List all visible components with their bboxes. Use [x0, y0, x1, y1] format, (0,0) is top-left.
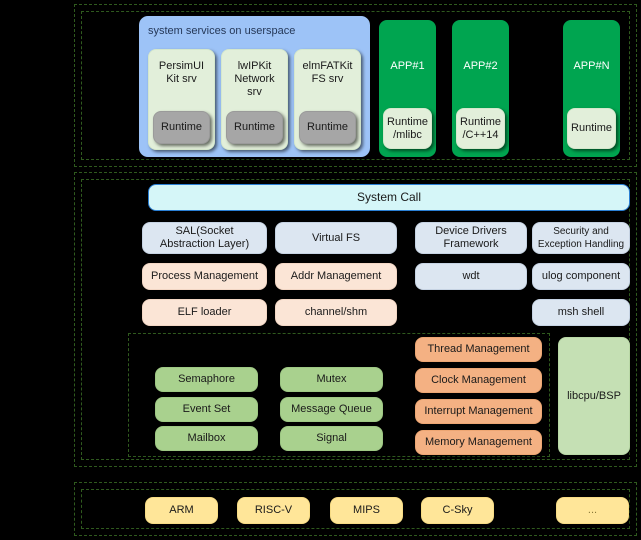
component-virtual-fs[interactable]: Virtual FS	[275, 222, 397, 254]
component-ulog[interactable]: ulog component	[532, 263, 630, 290]
mgmt-thread-management[interactable]: Thread Management	[415, 337, 542, 362]
component-msh-shell[interactable]: msh shell	[532, 299, 630, 326]
system-call-bar[interactable]: System Call	[148, 184, 630, 211]
ipc-event-set[interactable]: Event Set	[155, 397, 258, 422]
ipc-signal[interactable]: Signal	[280, 426, 383, 451]
app-runtime-n[interactable]: Runtime	[567, 108, 616, 149]
mgmt-interrupt-management[interactable]: Interrupt Management	[415, 399, 542, 424]
runtime-box-elmfatkit[interactable]: Runtime	[299, 111, 356, 144]
app-runtime-2[interactable]: Runtime /C++14	[456, 108, 505, 149]
arch-box-mips[interactable]: MIPS	[330, 497, 403, 524]
runtime-box-persimui[interactable]: Runtime	[153, 111, 210, 144]
component-device-drivers-framework[interactable]: Device Drivers Framework	[415, 222, 527, 254]
arch-box-csky[interactable]: C-Sky	[421, 497, 494, 524]
component-channel-shm[interactable]: channel/shm	[275, 299, 397, 326]
arch-box-riscv[interactable]: RISC-V	[237, 497, 310, 524]
component-sal[interactable]: SAL(Socket Abstraction Layer)	[142, 222, 267, 254]
ipc-message-queue[interactable]: Message Queue	[280, 397, 383, 422]
component-security-exception-handling[interactable]: Security and Exception Handling	[532, 222, 630, 254]
mgmt-memory-management[interactable]: Memory Management	[415, 430, 542, 455]
userspace-panel-label: system services on userspace	[148, 25, 296, 37]
libcpu-bsp-box[interactable]: libcpu/BSP	[558, 337, 630, 455]
component-addr-management[interactable]: Addr Management	[275, 263, 397, 290]
component-process-management[interactable]: Process Management	[142, 263, 267, 290]
component-elf-loader[interactable]: ELF loader	[142, 299, 267, 326]
app-runtime-1[interactable]: Runtime /mlibc	[383, 108, 432, 149]
ipc-mailbox[interactable]: Mailbox	[155, 426, 258, 451]
arch-box-more[interactable]: ...	[556, 497, 629, 524]
runtime-box-lwipkit[interactable]: Runtime	[226, 111, 283, 144]
ipc-mutex[interactable]: Mutex	[280, 367, 383, 392]
component-wdt[interactable]: wdt	[415, 263, 527, 290]
arch-box-arm[interactable]: ARM	[145, 497, 218, 524]
ipc-semaphore[interactable]: Semaphore	[155, 367, 258, 392]
mgmt-clock-management[interactable]: Clock Management	[415, 368, 542, 393]
